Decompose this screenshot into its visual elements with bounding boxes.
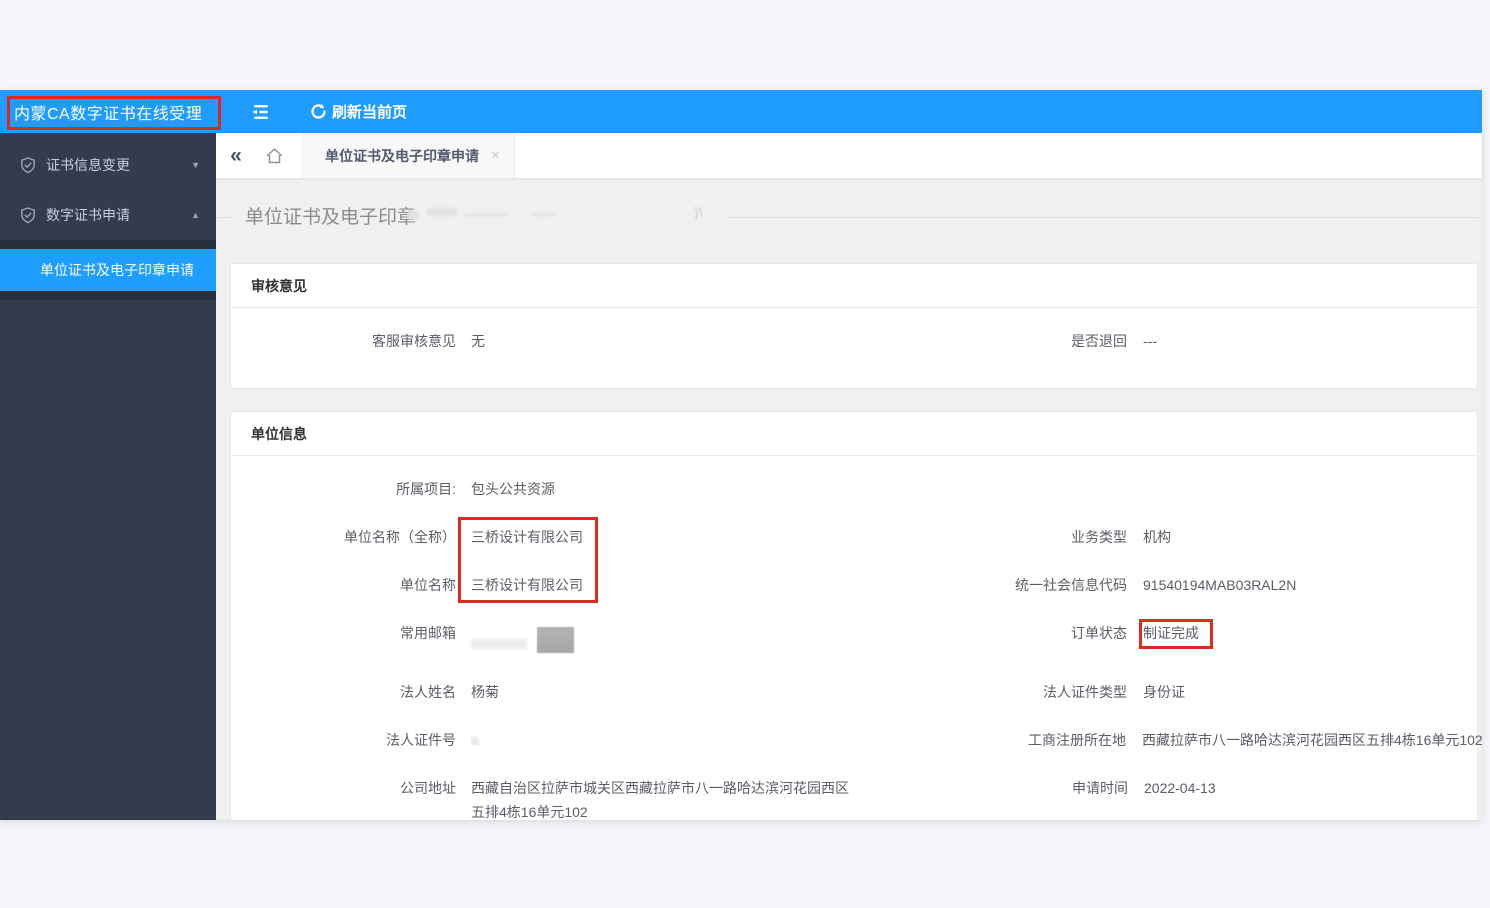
sidebar-item-cert-info-change[interactable]: 证书信息变更 ▼ <box>0 140 216 190</box>
top-header-bar: 内蒙CA数字证书在线受理 刷新当前页 <box>0 90 1482 133</box>
field-value: 身份证 <box>1143 684 1185 700</box>
redacted-text-smudge <box>471 639 527 649</box>
field-label: 常用邮箱 <box>400 625 456 641</box>
shield-check-icon <box>20 206 36 224</box>
field-value: 无 <box>471 333 485 349</box>
field-is-returned: 是否退回 --- <box>854 331 1477 351</box>
shield-check-icon <box>20 156 36 174</box>
field-label: 是否退回 <box>1071 333 1127 349</box>
app-logo-title: 内蒙CA数字证书在线受理 <box>0 90 216 133</box>
redacted-email-block <box>537 627 574 653</box>
redacted-text-smudge <box>530 213 554 216</box>
app-window: 内蒙CA数字证书在线受理 刷新当前页 证书信息变更 ▼ 数字证书申请 ▲ 单位证… <box>0 90 1482 820</box>
refresh-page-button[interactable]: 刷新当前页 <box>310 101 407 122</box>
chevron-up-icon: ▲ <box>191 210 200 220</box>
field-value: 三桥设计有限公司 <box>471 577 583 593</box>
sidebar-item-label: 数字证书申请 <box>46 207 130 223</box>
tab-label: 单位证书及电子印章申请 <box>325 147 479 164</box>
field-label: 单位名称（全称） <box>344 529 456 545</box>
main-content: 单位证书及电子印章 )\ 审核意见 客服审核意见 无 是否退回 --- 单位信息… <box>216 178 1482 820</box>
field-label: 法人证件类型 <box>1043 684 1127 700</box>
field-legal-id-type: 法人证件类型 身份证 <box>854 682 1477 702</box>
field-label: 业务类型 <box>1071 529 1127 545</box>
field-label: 订单状态 <box>1071 625 1127 641</box>
field-apply-time: 申请时间 2022-04-13 <box>855 778 1477 798</box>
tab-unit-cert-seal-apply[interactable]: 单位证书及电子印章申请 × <box>302 133 515 178</box>
field-value-redacted <box>471 730 479 750</box>
field-label: 法人姓名 <box>400 684 456 700</box>
field-label: 所属项目: <box>396 481 456 497</box>
field-label: 单位名称 <box>400 577 456 593</box>
divider-line <box>727 217 1478 218</box>
field-credit-code: 统一社会信息代码 91540194MAB03RAL2N <box>854 575 1477 595</box>
field-value-redacted <box>471 623 574 654</box>
field-label: 公司地址 <box>400 780 456 796</box>
status-value: 制证完成 <box>1143 625 1199 641</box>
redacted-text-smudge: )\ <box>694 204 703 220</box>
field-service-review-opinion: 客服审核意见 无 <box>231 331 854 351</box>
tabs-scroll-left-button[interactable]: « <box>216 133 256 178</box>
section-review-opinion: 审核意见 客服审核意见 无 是否退回 --- <box>230 263 1478 389</box>
field-value: 机构 <box>1143 529 1171 545</box>
sidebar: 证书信息变更 ▼ 数字证书申请 ▲ 单位证书及电子印章申请 <box>0 133 216 820</box>
page-title-row: 单位证书及电子印章 )\ <box>216 178 1482 263</box>
sidebar-submenu: 单位证书及电子印章申请 <box>0 240 216 300</box>
field-value: 包头公共资源 <box>471 481 555 497</box>
field-value: 杨菊 <box>471 684 499 700</box>
field-value: 三桥设计有限公司 <box>471 529 583 545</box>
field-business-type: 业务类型 机构 <box>854 527 1477 547</box>
section-title: 单位信息 <box>231 412 1477 456</box>
field-unit-name-full: 单位名称（全称） 三桥设计有限公司 <box>231 527 854 547</box>
redacted-text-smudge <box>471 737 479 745</box>
sidebar-item-label: 证书信息变更 <box>46 157 130 173</box>
field-project: 所属项目: 包头公共资源 <box>231 479 855 499</box>
field-label: 法人证件号 <box>386 732 456 748</box>
field-value: 91540194MAB03RAL2N <box>1143 577 1297 593</box>
chevron-down-icon: ▼ <box>191 160 200 170</box>
close-icon[interactable]: × <box>491 147 500 164</box>
redacted-text-smudge <box>427 208 457 216</box>
refresh-label: 刷新当前页 <box>332 104 408 121</box>
field-unit-name: 单位名称 三桥设计有限公司 <box>231 575 854 595</box>
field-company-address: 公司地址 西藏自治区拉萨市城关区西藏拉萨市八一路哈达滨河花园西区五排4栋16单元… <box>231 778 855 820</box>
field-label: 申请时间 <box>1072 780 1128 796</box>
tab-bar: « 单位证书及电子印章申请 × <box>216 133 1482 178</box>
field-label: 工商注册所在地 <box>1028 732 1126 748</box>
refresh-icon <box>310 103 327 120</box>
menu-fold-icon[interactable] <box>244 90 278 133</box>
field-value: --- <box>1143 333 1157 349</box>
page-title: 单位证书及电子印章 <box>245 207 417 228</box>
field-label: 统一社会信息代码 <box>1015 577 1127 593</box>
sidebar-subitem-unit-cert-seal-apply[interactable]: 单位证书及电子印章申请 <box>0 249 216 291</box>
field-order-status: 订单状态 制证完成 <box>854 623 1477 643</box>
field-value: 西藏拉萨市八一路哈达滨河花园西区五排4栋16单元102 <box>1142 732 1482 748</box>
sidebar-subitem-label: 单位证书及电子印章申请 <box>40 262 194 278</box>
field-legal-id-number: 法人证件号 <box>231 730 853 750</box>
app-logo-text: 内蒙CA数字证书在线受理 <box>14 105 203 123</box>
sidebar-item-digital-cert-apply[interactable]: 数字证书申请 ▲ <box>0 190 216 240</box>
field-value: 西藏自治区拉萨市城关区西藏拉萨市八一路哈达滨河花园西区五排4栋16单元102 <box>471 780 849 820</box>
redacted-text-smudge <box>408 210 418 220</box>
field-label: 客服审核意见 <box>372 333 456 349</box>
field-value: 2022-04-13 <box>1144 780 1216 796</box>
field-legal-person-name: 法人姓名 杨菊 <box>231 682 854 702</box>
field-registration-place: 工商注册所在地 西藏拉萨市八一路哈达滨河花园西区五排4栋16单元102 <box>853 730 1482 750</box>
section-unit-info: 单位信息 所属项目: 包头公共资源 单位名称（全称） 三桥设计有限公司 业务类型 <box>230 411 1482 820</box>
section-title: 审核意见 <box>231 264 1477 308</box>
redacted-text-smudge <box>463 214 507 217</box>
home-icon[interactable] <box>256 133 292 178</box>
field-email: 常用邮箱 <box>231 623 854 654</box>
divider-line <box>218 217 234 218</box>
